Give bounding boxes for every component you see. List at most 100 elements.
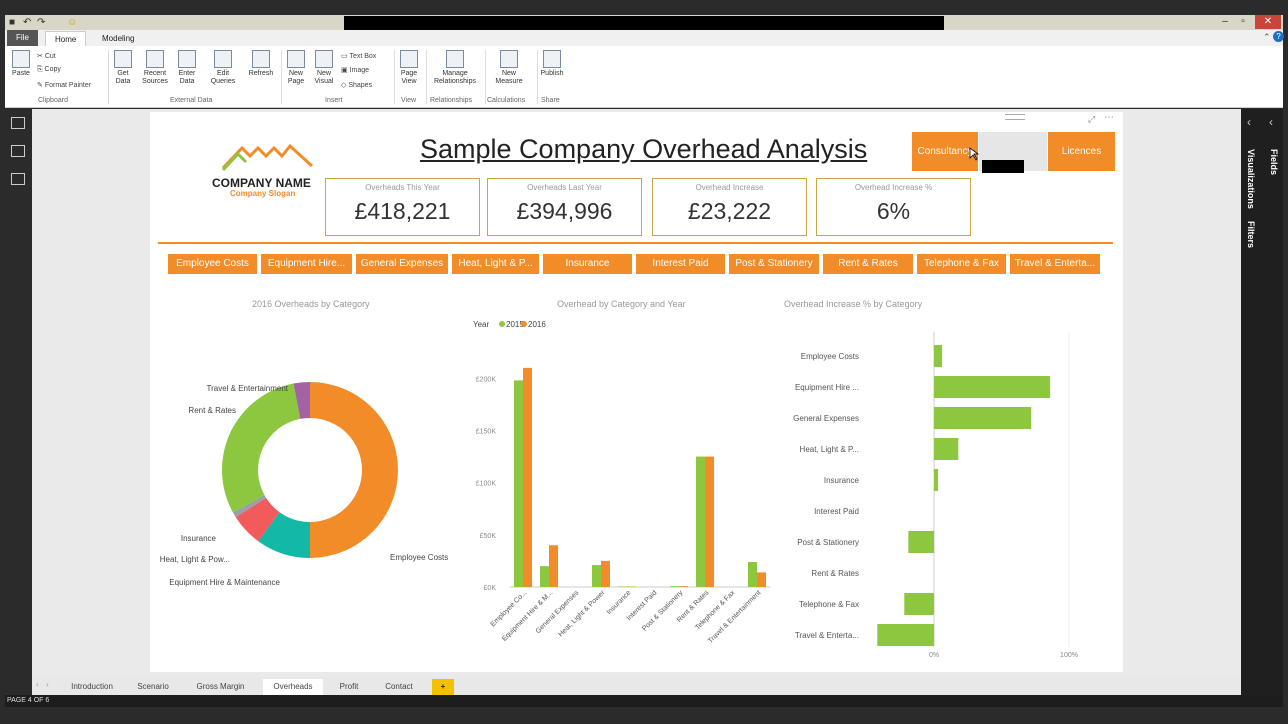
image-button[interactable]: ▣ Image	[341, 66, 369, 74]
collapse-ribbon-icon[interactable]: ⌃	[1263, 32, 1271, 43]
category-slicer-item[interactable]: Telephone & Fax	[917, 254, 1006, 274]
column-bar[interactable]	[757, 572, 766, 587]
category-slicer-item[interactable]: General Expenses	[356, 254, 448, 274]
page-tab[interactable]: Contact	[374, 679, 424, 695]
x-tick-label: Heat, Light & Power	[557, 589, 606, 638]
undo-icon[interactable]: ↶	[23, 17, 31, 28]
category-slicer-item[interactable]: Interest Paid	[636, 254, 725, 274]
get-data-button[interactable]: Get Data	[110, 50, 136, 86]
restore-icon[interactable]: ▫	[1235, 15, 1251, 29]
category-slicer-item[interactable]: Insurance	[543, 254, 632, 274]
chevron-left-icon[interactable]: ‹	[36, 680, 39, 689]
page-tab[interactable]: Scenario	[127, 679, 179, 695]
category-slicer-item[interactable]: Post & Stationery	[729, 254, 819, 274]
category-slicer-item[interactable]: Employee Costs	[168, 254, 257, 274]
page-tab[interactable]: Overheads	[263, 679, 323, 695]
increase-bar[interactable]	[934, 345, 943, 367]
chevron-left-icon[interactable]: ‹	[1269, 115, 1273, 129]
format-painter-button[interactable]: ✎ Format Painter	[37, 81, 91, 89]
data-view-icon[interactable]	[11, 145, 25, 157]
visualizations-pane[interactable]: Visualizations	[1246, 149, 1256, 209]
recent-sources-button[interactable]: Recent Sources	[138, 50, 172, 86]
category-slicer-item[interactable]: Equipment Hire...	[261, 254, 352, 274]
filters-pane[interactable]: Filters	[1246, 221, 1256, 248]
new-page-button[interactable]: New Page	[283, 50, 309, 86]
y-tick-label: £0K	[484, 585, 497, 592]
new-page-icon	[287, 50, 305, 68]
smiley-icon[interactable]: ☺	[67, 17, 77, 28]
increase-bar[interactable]	[908, 531, 934, 553]
increase-bar[interactable]	[934, 407, 1032, 429]
column-bar[interactable]	[540, 566, 549, 587]
report-view-icon[interactable]	[11, 117, 25, 129]
group-external-data: External Data	[170, 97, 213, 104]
close-icon[interactable]: ✕	[1255, 15, 1281, 29]
donut-slice[interactable]	[222, 383, 301, 513]
kpi-card: Overhead Increase % 6%	[816, 178, 971, 236]
category-slicer-item[interactable]: Heat, Light & P...	[452, 254, 539, 274]
slice-label: Travel & Entertainment	[206, 384, 288, 393]
page-tab[interactable]: Profit	[329, 679, 369, 695]
manage-relationships-button[interactable]: Manage Relationships	[429, 50, 481, 86]
add-page-button[interactable]: +	[432, 679, 454, 695]
increase-bar[interactable]	[934, 376, 1051, 398]
page-tab[interactable]: Gross Margin	[184, 679, 257, 695]
paste-button[interactable]: Paste	[8, 50, 34, 78]
group-clipboard: Clipboard	[38, 97, 68, 104]
relationships-view-icon[interactable]	[11, 173, 25, 185]
drag-handle[interactable]	[1005, 114, 1025, 120]
column-bar[interactable]	[748, 561, 757, 587]
slice-label: Equipment Hire & Maintenance	[169, 578, 280, 587]
copy-button[interactable]: ⎘ Copy	[37, 66, 61, 74]
column-bar[interactable]	[627, 586, 636, 587]
new-visual-button[interactable]: New Visual	[311, 50, 337, 86]
chevron-left-icon[interactable]: ‹	[1247, 115, 1251, 129]
slicer-licences[interactable]: Licences	[1048, 132, 1115, 171]
fields-pane[interactable]: Fields	[1269, 149, 1279, 175]
help-icon[interactable]: ?	[1273, 31, 1284, 42]
tab-modeling[interactable]: Modeling	[93, 31, 143, 46]
side-panes: ‹ ‹ Visualizations Filters Fields	[1241, 109, 1283, 695]
refresh-button[interactable]: Refresh	[246, 50, 276, 78]
shapes-button[interactable]: ◇ Shapes	[341, 81, 372, 89]
minimize-icon[interactable]: –	[1217, 15, 1233, 29]
column-bar[interactable]	[679, 586, 688, 587]
more-options-icon[interactable]: ⋯	[1104, 112, 1114, 123]
focus-mode-icon[interactable]: ⤢	[1088, 114, 1095, 125]
increase-bar[interactable]	[934, 469, 939, 491]
column-bar[interactable]	[601, 560, 610, 587]
column-bar[interactable]	[514, 380, 523, 587]
y-tick-label: General Expenses	[793, 414, 859, 423]
column-bar[interactable]	[705, 456, 714, 587]
increase-bar[interactable]	[904, 593, 934, 615]
tab-file[interactable]: File	[7, 30, 38, 46]
tab-home[interactable]: Home	[45, 31, 87, 46]
column-bar[interactable]	[523, 367, 532, 587]
page-tab[interactable]: Introduction	[62, 679, 122, 695]
donut-slice[interactable]	[310, 382, 398, 558]
y-tick-label: Heat, Light & P...	[800, 445, 859, 454]
redo-icon[interactable]: ↷	[37, 17, 45, 28]
save-icon[interactable]: ■	[9, 17, 15, 28]
slicer-hidden-item[interactable]	[979, 132, 1047, 173]
enter-data-button[interactable]: Enter Data	[174, 50, 200, 86]
new-measure-button[interactable]: New Measure	[489, 50, 529, 86]
text-box-button[interactable]: ▭ Text Box	[341, 52, 376, 60]
slice-label: Insurance	[181, 534, 217, 543]
column-bar[interactable]	[696, 456, 705, 587]
increase-bar[interactable]	[877, 624, 934, 646]
chevron-right-icon[interactable]: ›	[46, 680, 49, 689]
page-view-button[interactable]: Page View	[396, 50, 422, 86]
category-slicer-item[interactable]: Rent & Rates	[823, 254, 913, 274]
column-bar[interactable]	[670, 586, 679, 587]
cut-button[interactable]: ✂ Cut	[37, 52, 56, 60]
category-slicer-item[interactable]: Travel & Enterta...	[1010, 254, 1100, 274]
column-bar[interactable]	[618, 586, 627, 587]
donut-chart: Employee Costs Equipment Hire & Maintenan…	[160, 382, 448, 587]
increase-bar[interactable]	[934, 438, 959, 460]
calculator-icon	[500, 50, 518, 68]
column-bar[interactable]	[592, 565, 601, 587]
publish-button[interactable]: Publish	[537, 50, 567, 78]
column-bar[interactable]	[549, 545, 558, 587]
edit-queries-button[interactable]: Edit Queries	[204, 50, 242, 86]
